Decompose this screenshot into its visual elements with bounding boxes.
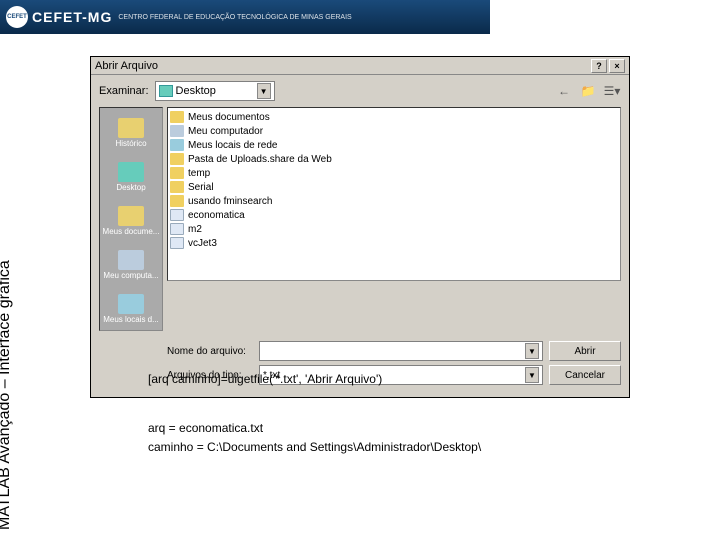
output-line-call: [arq caminho]=uigetfile('*.txt', 'Abrir … — [148, 370, 481, 389]
list-item[interactable]: Meus locais de rede — [170, 138, 618, 152]
chevron-down-icon[interactable]: ▼ — [525, 343, 539, 359]
place-desktop[interactable]: Desktop — [101, 156, 161, 198]
places-bar: Histórico Desktop Meus docume... Meu com… — [99, 107, 163, 331]
network-icon — [170, 139, 184, 151]
institution-header: CEFET CEFET-MG CENTRO FEDERAL DE EDUCAÇÃ… — [0, 0, 490, 34]
place-history[interactable]: Histórico — [101, 112, 161, 154]
output-line-arq: arq = economatica.txt — [148, 419, 481, 438]
up-folder-button[interactable]: 📁 — [579, 82, 597, 100]
cancel-button[interactable]: Cancelar — [549, 365, 621, 385]
desktop-icon — [118, 162, 144, 182]
list-item[interactable]: usando fminsearch — [170, 194, 618, 208]
folder-icon — [170, 111, 184, 123]
org-subtitle: CENTRO FEDERAL DE EDUCAÇÃO TECNOLÓGICA D… — [118, 14, 351, 21]
folder-icon — [118, 206, 144, 226]
list-item[interactable]: Pasta de Uploads.share da Web — [170, 152, 618, 166]
close-button[interactable]: × — [609, 59, 625, 73]
org-name: CEFET-MG — [32, 9, 112, 25]
computer-icon — [118, 250, 144, 270]
dialog-titlebar: Abrir Arquivo ? × — [91, 57, 629, 75]
lookin-combo[interactable]: Desktop ▼ — [155, 81, 275, 101]
place-network[interactable]: Meus locais d... — [101, 288, 161, 330]
filename-label: Nome do arquivo: — [167, 346, 253, 357]
list-item[interactable]: temp — [170, 166, 618, 180]
computer-icon — [170, 125, 184, 137]
place-mydocs[interactable]: Meus docume... — [101, 200, 161, 242]
list-item[interactable]: economatica — [170, 208, 618, 222]
folder-icon — [170, 167, 184, 179]
history-icon — [118, 118, 144, 138]
open-button[interactable]: Abrir — [549, 341, 621, 361]
textfile-icon — [170, 237, 184, 249]
network-icon — [118, 294, 144, 314]
view-mode-button[interactable]: ☰▾ — [603, 82, 621, 100]
output-line-caminho: caminho = C:\Documents and Settings\Admi… — [148, 438, 481, 457]
desktop-icon — [159, 85, 173, 97]
filename-input[interactable]: ▼ — [259, 341, 543, 361]
open-file-dialog: Abrir Arquivo ? × Examinar: Desktop ▼ ← … — [90, 56, 630, 398]
dialog-title: Abrir Arquivo — [95, 60, 589, 72]
list-item[interactable]: Meus documentos — [170, 110, 618, 124]
list-item[interactable]: Meu computador — [170, 124, 618, 138]
folder-icon — [170, 153, 184, 165]
help-button[interactable]: ? — [591, 59, 607, 73]
list-item[interactable]: vcJet3 — [170, 236, 618, 250]
textfile-icon — [170, 223, 184, 235]
folder-icon — [170, 181, 184, 193]
lookin-label: Examinar: — [99, 85, 149, 97]
list-item[interactable]: Serial — [170, 180, 618, 194]
slide-sidebar-label: MATLAB Avançado – Interface gráfica — [0, 260, 14, 530]
code-output: [arq caminho]=uigetfile('*.txt', 'Abrir … — [148, 370, 481, 458]
lookin-row: Examinar: Desktop ▼ ← 📁 ☰▾ — [91, 75, 629, 107]
file-list[interactable]: Meus documentos Meu computador Meus loca… — [167, 107, 621, 281]
place-mycomputer[interactable]: Meu computa... — [101, 244, 161, 286]
list-item[interactable]: m2 — [170, 222, 618, 236]
lookin-value: Desktop — [176, 85, 216, 97]
folder-icon — [170, 195, 184, 207]
chevron-down-icon[interactable]: ▼ — [257, 83, 271, 99]
textfile-icon — [170, 209, 184, 221]
back-button[interactable]: ← — [555, 82, 573, 100]
logo-icon: CEFET — [6, 6, 28, 28]
chevron-down-icon[interactable]: ▼ — [525, 367, 539, 383]
